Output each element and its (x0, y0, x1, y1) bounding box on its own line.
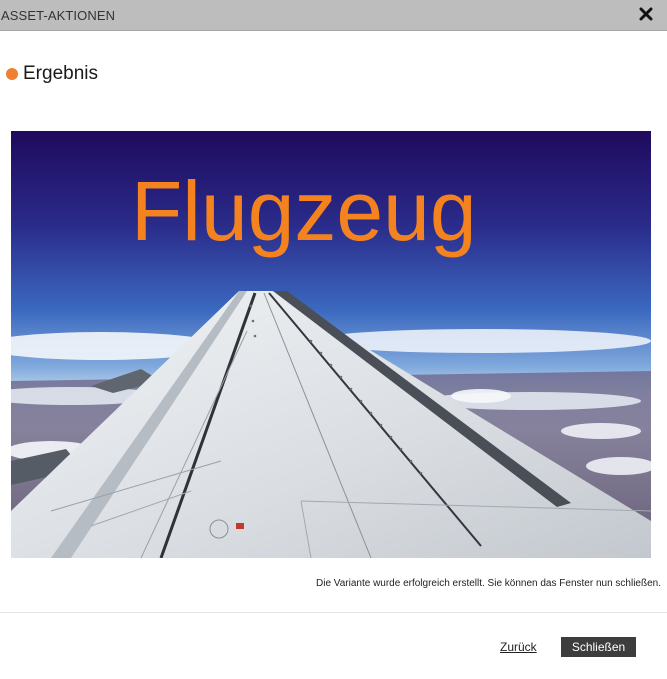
bullet-icon (6, 68, 18, 80)
result-heading: Ergebnis (6, 63, 98, 85)
result-heading-label: Ergebnis (23, 63, 98, 84)
dialog-titlebar: ASSET-AKTIONEN (0, 0, 667, 31)
status-message: Die Variante wurde erfolgreich erstellt.… (316, 578, 661, 589)
back-link[interactable]: Zurück (500, 640, 537, 654)
close-button[interactable]: Schließen (561, 637, 636, 657)
footer-divider (0, 612, 667, 613)
dialog-title: ASSET-AKTIONEN (1, 8, 116, 23)
close-icon[interactable] (637, 5, 655, 23)
overlay-caption: Flugzeug (131, 164, 477, 258)
result-image: Flugzeug (11, 131, 651, 558)
